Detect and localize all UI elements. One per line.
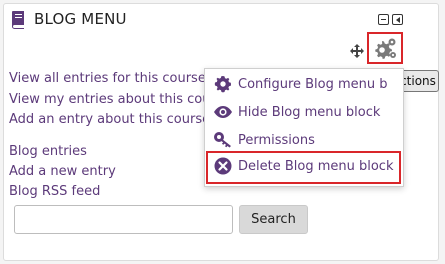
gear-icon	[214, 76, 231, 93]
dock-icon[interactable]	[392, 14, 403, 25]
block-title: BLOG MENU	[34, 10, 127, 28]
gear-icon[interactable]	[372, 37, 398, 61]
configure-label: Configure Blog menu b	[238, 76, 388, 92]
block-controls	[378, 14, 403, 25]
delete-highlight-box	[206, 151, 401, 184]
blog-rss-feed-link[interactable]: Blog RSS feed	[9, 184, 100, 199]
block-header: BLOG MENU	[8, 9, 127, 29]
move-icon[interactable]	[350, 44, 364, 58]
permissions-label: Permissions	[238, 132, 315, 148]
book-icon	[12, 11, 24, 29]
permissions-menu-item[interactable]: Permissions	[213, 131, 315, 149]
view-my-entries-link[interactable]: View my entries about this cou	[9, 92, 211, 107]
eye-icon	[214, 106, 232, 118]
search-input[interactable]	[14, 205, 233, 234]
view-all-entries-link[interactable]: View all entries for this course	[9, 71, 206, 86]
key-icon	[214, 132, 231, 148]
hide-block-menu-item[interactable]: Hide Blog menu block	[213, 103, 380, 121]
hide-block-label: Hide Blog menu block	[238, 104, 381, 120]
search-button[interactable]: Search	[239, 205, 308, 234]
blog-entries-link[interactable]: Blog entries	[9, 144, 87, 159]
add-new-entry-link[interactable]: Add a new entry	[9, 164, 116, 179]
configure-menu-item[interactable]: Configure Blog menu b	[213, 75, 388, 93]
minimize-icon[interactable]	[378, 14, 389, 25]
add-course-entry-link[interactable]: Add an entry about this course	[9, 112, 210, 127]
